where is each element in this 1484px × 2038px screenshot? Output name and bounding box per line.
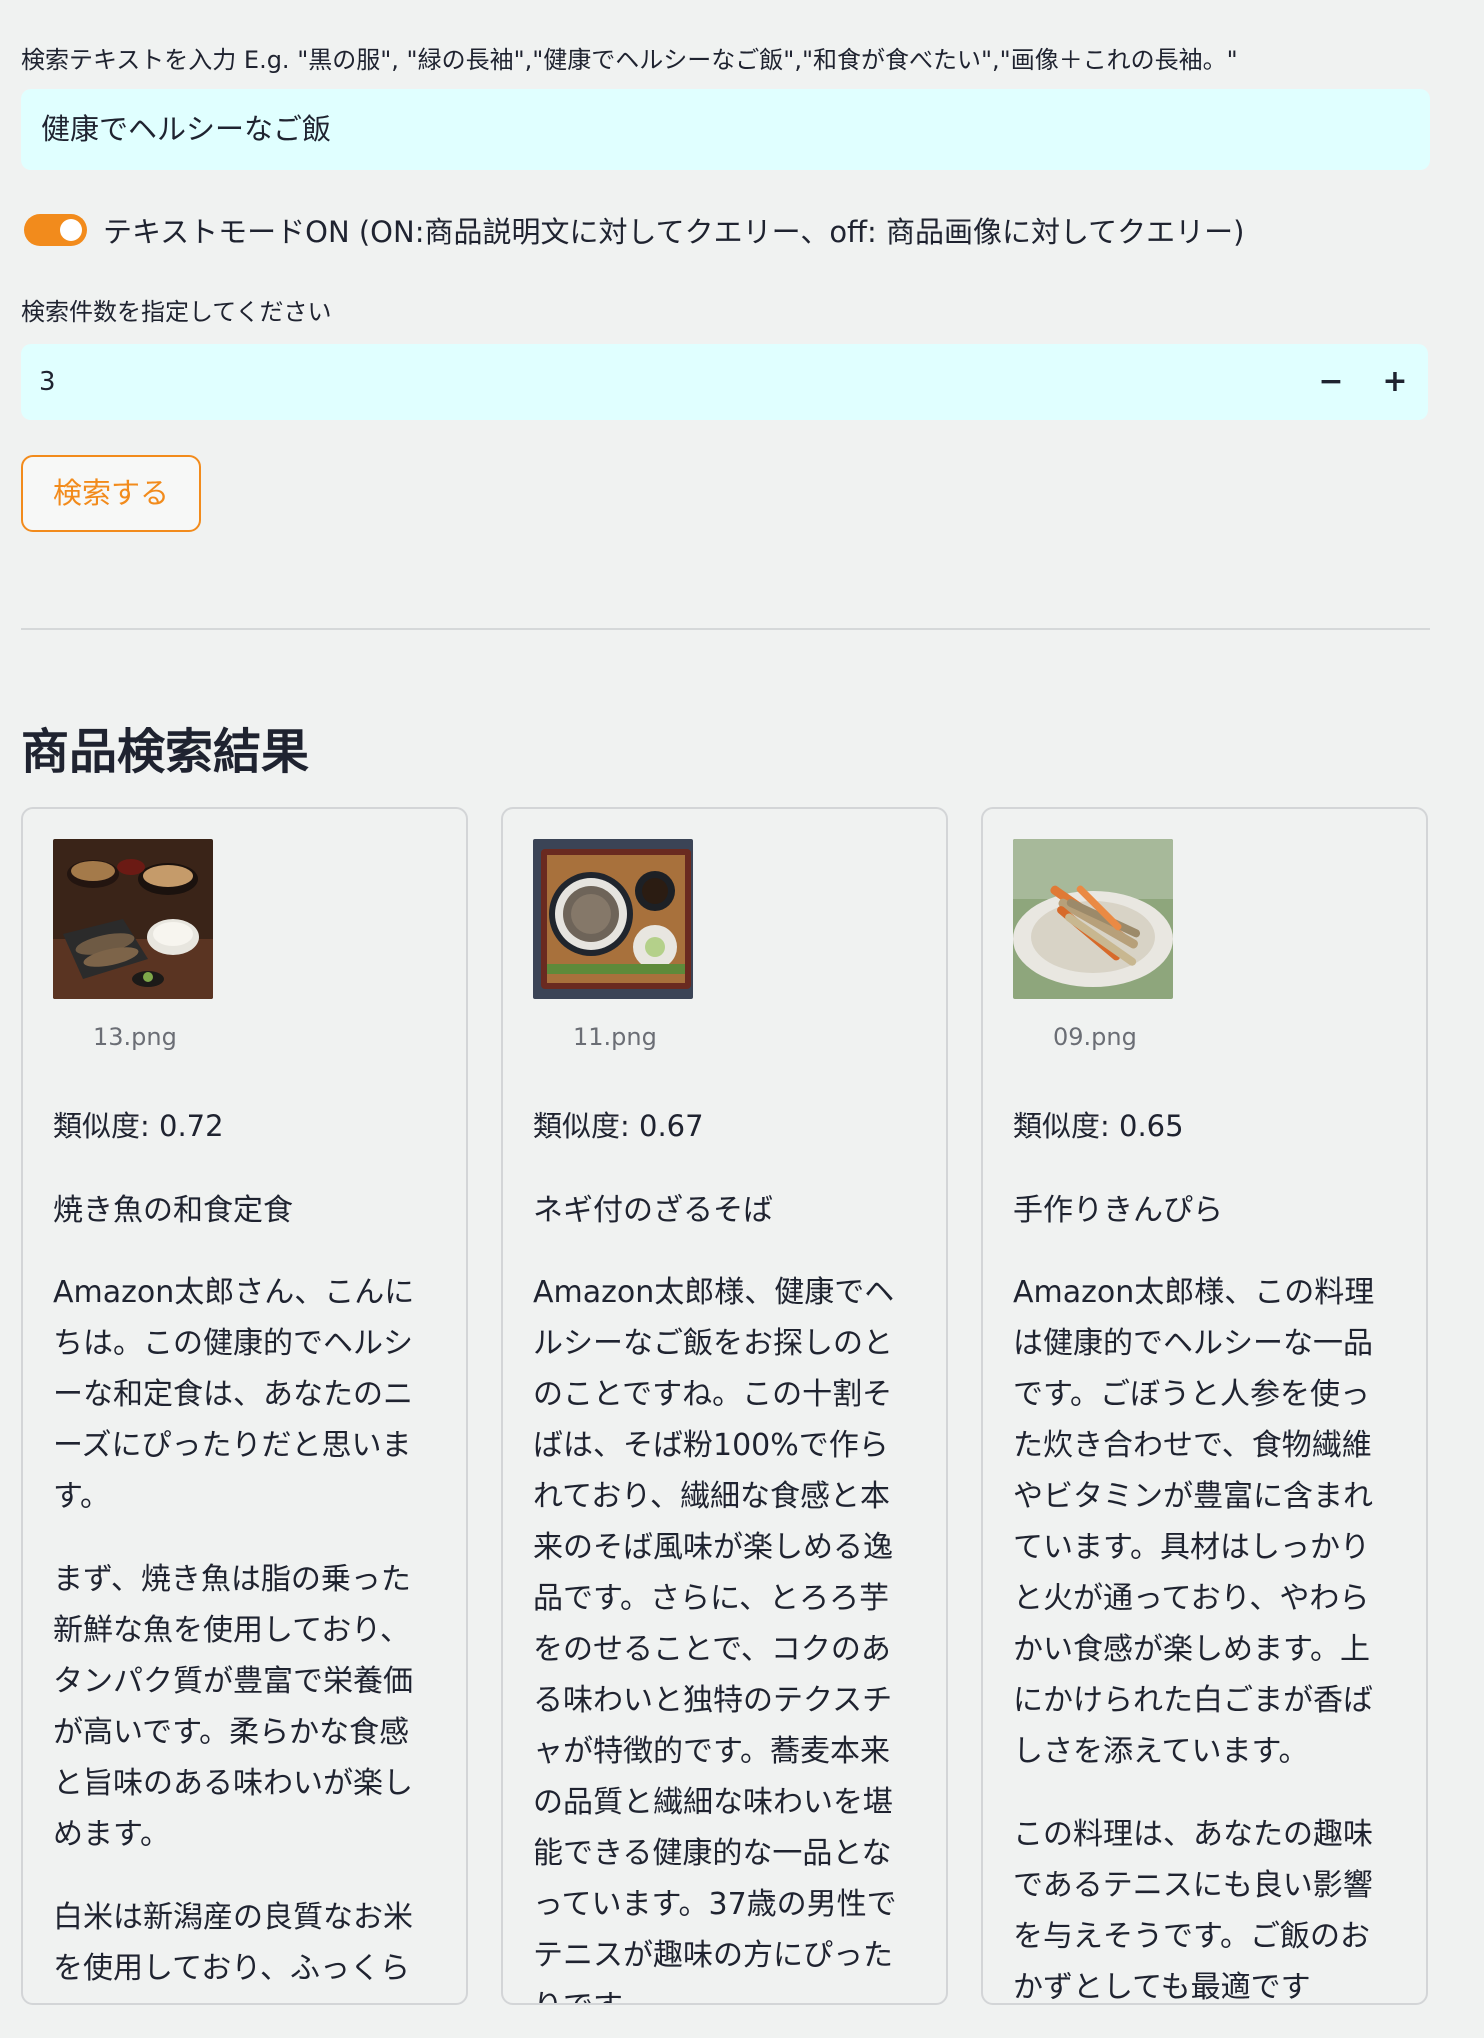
product-description: Amazon太郎様、健康でヘルシーなご飯をお探しのとのことですね。この十割そばは… [533,1267,908,2003]
description-paragraph: Amazon太郎様、この料理は健康的でヘルシーな一品です。ごぼうと人参を使った炊… [1013,1275,1375,1769]
result-card: 11.png 類似度: 0.67 ネギ付のざるそば Amazon太郎様、健康でヘ… [501,807,948,2005]
description-paragraph: 白米は新潟産の良質なお米を使用しており、ふっくらと炊きあがっています [53,1900,413,2003]
product-description: Amazon太郎さん、こんにちは。この健康的でヘルシーな和定食は、あなたのニーズ… [53,1267,428,2003]
image-caption: 11.png [573,1023,657,1051]
search-button[interactable]: 検索する [21,455,201,532]
product-name: 焼き魚の和食定食 [53,1193,293,1228]
product-name: ネギ付のざるそば [533,1193,773,1228]
description-paragraph: この料理は、あなたの趣味であるテニスにも良い影響を与えそうです。ご飯のおかずとし… [1013,1817,1373,2005]
image-caption: 09.png [1053,1023,1137,1051]
divider [21,628,1430,630]
image-caption: 13.png [93,1023,177,1051]
count-value[interactable]: 3 [39,344,56,420]
similarity-score: 類似度: 0.67 [533,1109,704,1143]
text-mode-toggle-row[interactable]: テキストモードON (ON:商品説明文に対してクエリー、off: 商品画像に対し… [24,208,1244,252]
text-mode-toggle[interactable] [24,214,87,246]
description-paragraph: Amazon太郎さん、こんにちは。この健康的でヘルシーな和定食は、あなたのニーズ… [53,1275,415,1514]
search-label: 検索テキストを入力 E.g. "黒の服", "緑の長袖","健康でヘルシーなご飯… [21,46,1238,74]
text-mode-label: テキストモードON (ON:商品説明文に対してクエリー、off: 商品画像に対し… [103,215,1245,249]
zaru-soba-photo [533,839,693,999]
toggle-knob [60,219,82,241]
results-title: 商品検索結果 [21,724,310,780]
decrement-button[interactable]: − [1311,344,1351,420]
result-card: 09.png 類似度: 0.65 手作りきんぴら Amazon太郎様、この料理は… [981,807,1428,2005]
increment-button[interactable]: + [1375,344,1415,420]
search-input[interactable]: 健康でヘルシーなご飯 [21,89,1430,170]
product-description: Amazon太郎様、この料理は健康的でヘルシーな一品です。ごぼうと人参を使った炊… [1013,1267,1388,2005]
count-label: 検索件数を指定してください [21,298,332,326]
product-name: 手作りきんぴら [1013,1193,1223,1228]
kinpira-photo [1013,839,1173,999]
description-paragraph: まず、焼き魚は脂の乗った新鮮な魚を使用しており、タンパク質が豊富で栄養価が高いで… [53,1562,413,1852]
similarity-score: 類似度: 0.65 [1013,1109,1184,1143]
count-input[interactable]: 3 − + [21,344,1428,420]
grilled-fish-meal-photo [53,839,213,999]
result-card: 13.png 類似度: 0.72 焼き魚の和食定食 Amazon太郎さん、こんに… [21,807,468,2005]
description-paragraph: Amazon太郎様、健康でヘルシーなご飯をお探しのとのことですね。この十割そばは… [533,1275,897,2003]
similarity-score: 類似度: 0.72 [53,1109,224,1143]
